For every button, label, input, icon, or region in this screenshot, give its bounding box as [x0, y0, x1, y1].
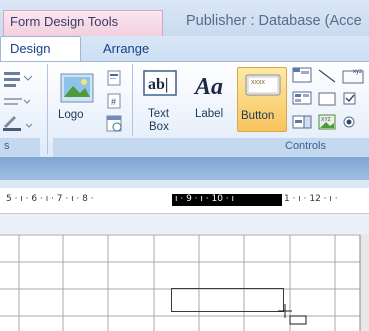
tab-arrange[interactable]: Arrange [103, 41, 149, 56]
svg-text:XYZ: XYZ [321, 117, 331, 123]
rectangle-icon [318, 92, 336, 106]
group-label-controls: Controls [285, 140, 326, 152]
option-group-icon: xyz [342, 69, 364, 84]
line-icon [318, 69, 336, 83]
title-page-number-date-icons[interactable]: # [104, 70, 126, 136]
button-control-button[interactable]: xxxx Button [237, 67, 287, 132]
app-title: Publisher : Database (Acce [186, 13, 362, 29]
tab-control-icon [292, 67, 312, 83]
crosshair-cursor-icon [278, 304, 307, 325]
svg-text:#: # [111, 97, 116, 107]
group-separator [47, 64, 48, 154]
combo-box-icon [292, 115, 312, 129]
drawn-button-outline[interactable] [171, 288, 284, 312]
contextual-tab-label: Form Design Tools [10, 14, 119, 29]
image-control-icon: XYZ [318, 114, 336, 130]
text-box-icon: ab| [143, 70, 177, 96]
label-button-label: Label [195, 108, 224, 120]
band-strip [0, 180, 369, 188]
text-box-button[interactable]: ab| Text Box [140, 68, 180, 134]
tab-design-label[interactable]: Design [10, 41, 50, 56]
ruler-ticks-selected: ı · 9 · ı · 10 · ı [175, 194, 235, 204]
controls-icon-grid[interactable]: xyz XYZ [291, 66, 369, 136]
label-icon: Aa [193, 74, 223, 100]
text-box-label-line1: Text [148, 108, 170, 120]
svg-text:ab|: ab| [148, 76, 168, 93]
logo-button[interactable]: Logo [55, 66, 99, 130]
svg-text:Aa: Aa [193, 74, 223, 100]
partial-format-icons[interactable] [0, 70, 40, 135]
logo-icon [60, 73, 94, 103]
grid-lines [0, 234, 361, 331]
label-button[interactable]: Aa Label [191, 68, 231, 128]
button-button-label: Button [241, 110, 275, 122]
logo-button-label: Logo [58, 109, 84, 121]
group-separator [132, 64, 133, 136]
ruler-ticks-right: 1 · ı · 12 · ı · [284, 194, 338, 204]
svg-text:xyz: xyz [353, 69, 362, 75]
button-preview-text: xxxx [251, 79, 265, 86]
check-box-icon [343, 92, 356, 105]
group-label-partial: s [4, 140, 10, 152]
text-box-label-line2: Box [149, 121, 169, 133]
option-button-icon [343, 116, 355, 128]
list-box-icon [292, 91, 312, 105]
ruler-ticks-left: 5 · ı · 6 · ı · 7 · ı · 8 · [6, 194, 94, 204]
